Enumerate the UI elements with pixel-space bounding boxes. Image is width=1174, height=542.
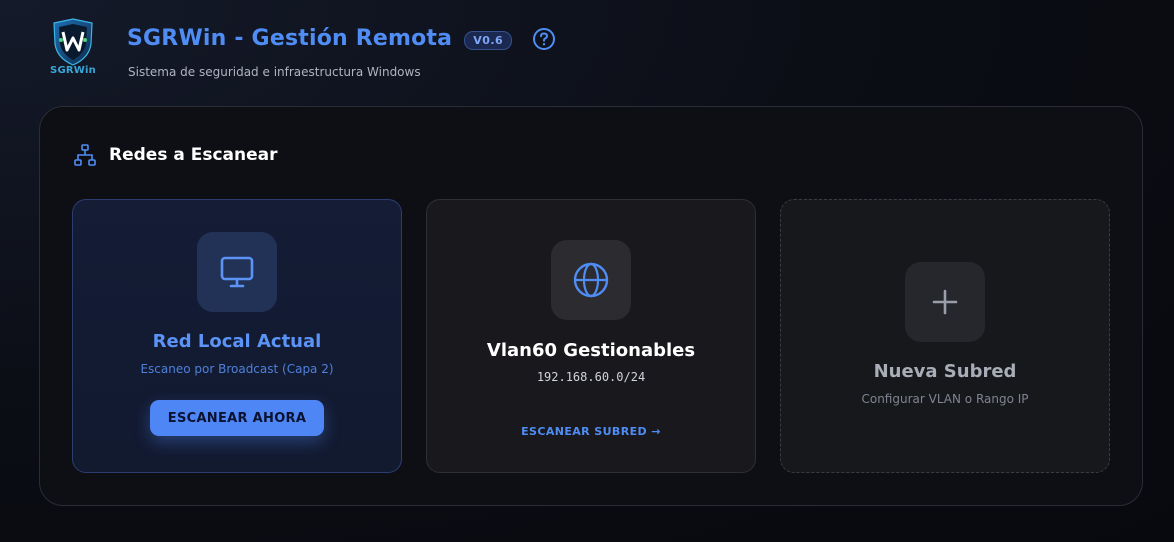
- card-vlan60[interactable]: Vlan60 Gestionables 192.168.60.0/24 ESCA…: [426, 199, 756, 473]
- globe-icon: [573, 262, 609, 298]
- card-title: Vlan60 Gestionables: [486, 340, 696, 361]
- title-row: SGRWin - Gestión Remota V0.6: [127, 26, 556, 51]
- version-badge: V0.6: [464, 30, 513, 50]
- card-new-subnet[interactable]: Nueva Subred Configurar VLAN o Rango IP: [780, 199, 1110, 473]
- card-title: Red Local Actual: [152, 331, 322, 352]
- globe-icon-box: [551, 240, 631, 320]
- network-topology-icon: [74, 144, 96, 166]
- monitor-icon: [220, 256, 254, 288]
- app-logo: SGRWin: [46, 18, 102, 82]
- card-local-network[interactable]: Red Local Actual Escaneo por Broadcast (…: [72, 199, 402, 473]
- scan-now-button[interactable]: ESCANEAR AHORA: [150, 400, 324, 436]
- plus-icon-box: [905, 262, 985, 342]
- panel-title: Redes a Escanear: [109, 145, 278, 165]
- card-subtitle: Escaneo por Broadcast (Capa 2): [140, 362, 334, 376]
- subnet-cidr: 192.168.60.0/24: [536, 370, 646, 384]
- app-header: SGRWin SGRWin - Gestión Remota V0.6 Sist…: [46, 18, 1146, 88]
- plus-icon: [932, 289, 958, 315]
- monitor-icon-box: [197, 232, 277, 312]
- app-subtitle: Sistema de seguridad e infraestructura W…: [128, 65, 421, 79]
- networks-panel: Redes a Escanear Red Local Actual Escane…: [39, 106, 1143, 506]
- scan-subnet-link[interactable]: ESCANEAR SUBRED →: [521, 425, 661, 438]
- panel-header: Redes a Escanear: [73, 143, 278, 167]
- help-circle-icon[interactable]: [532, 27, 556, 51]
- app-title: SGRWin - Gestión Remota: [127, 26, 453, 51]
- card-subtitle: Configurar VLAN o Rango IP: [861, 392, 1029, 406]
- shield-logo-icon: [53, 18, 93, 66]
- card-title: Nueva Subred: [873, 361, 1017, 382]
- logo-text: SGRWin: [50, 65, 96, 76]
